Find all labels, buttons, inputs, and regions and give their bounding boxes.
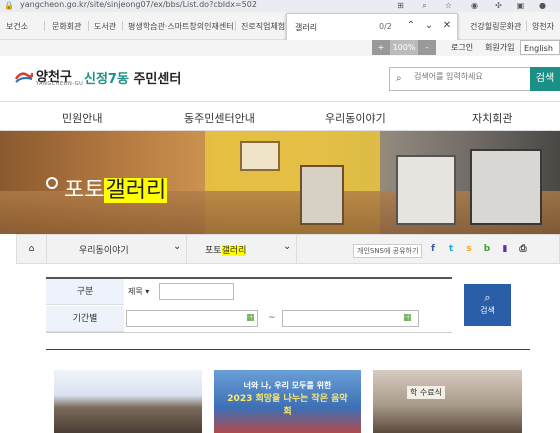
gallery-thumb-1[interactable] <box>54 370 202 433</box>
translate-icon[interactable]: ⊞ <box>396 1 405 10</box>
language-select[interactable]: English <box>520 40 560 55</box>
find-query[interactable]: 갤러리 <box>295 22 317 33</box>
browser-address-bar: yangcheon.go.kr/site/sinjeong07/ex/bbs/L… <box>0 0 560 12</box>
site-title-accent: 신정7동 <box>84 72 129 87</box>
chevron-down-icon: ⌄ <box>173 241 182 252</box>
thumb2-caption: 너와 나, 우리 모두를 위한 2023 희망을 나누는 작은 음악회 <box>224 380 351 417</box>
family-site-nav: 보건소 문화회관 도서관 평생학습관·스마트창의인재센터 진로직업체험지 건강힐… <box>0 12 560 40</box>
board-search-button[interactable]: ⌕ 검색 <box>464 284 511 326</box>
find-prev-icon[interactable]: ⌃ <box>405 20 417 32</box>
search-icon: ⌕ <box>484 291 491 304</box>
location-bar: ⌂ 우리동이야기 ⌄ 포토갤러리 ⌄ 개인SNS에 공유하기 f t s b ▮… <box>16 234 560 264</box>
yangcheon-logo-icon <box>15 72 33 83</box>
depth1-label: 우리동이야기 <box>79 246 129 256</box>
end-date-input[interactable]: ▦ <box>282 310 419 327</box>
topnav-item[interactable]: 문화회관 <box>52 21 81 32</box>
depth2-pre: 포토 <box>205 246 222 256</box>
calendar-icon[interactable]: ▦ <box>403 313 413 323</box>
board-search-form: 구분 제목 ▾ 기간별 ▦ ~ ▦ <box>46 277 452 333</box>
topnav-item[interactable]: 진로직업체험지 <box>241 21 293 32</box>
blog-icon[interactable]: b <box>481 243 493 255</box>
topnav-item[interactable]: 도서관 <box>94 21 116 32</box>
profile-icon[interactable]: ● <box>538 1 547 10</box>
thumb2-caption-year: 2023 희망을 나누는 작은 음악회 <box>227 394 348 417</box>
banner-title-pre: 포토 <box>64 178 105 203</box>
find-in-page-bar: 갤러리 0/2 ⌃ ⌄ ✕ <box>286 13 458 41</box>
site-search-input[interactable] <box>414 72 526 81</box>
depth2-highlight: 갤러리 <box>221 246 247 256</box>
topnav-item[interactable]: 양천자 <box>532 21 554 32</box>
home-icon[interactable]: ⌂ <box>17 235 47 263</box>
menu-item-autonomy[interactable]: 자치회관 <box>472 110 512 126</box>
zoom-out-button[interactable]: - <box>418 40 436 55</box>
utility-row <box>0 40 560 56</box>
date-range-tilde: ~ <box>268 313 276 323</box>
circle-icon <box>46 177 58 189</box>
bookmark-share-icon[interactable]: ▮ <box>499 243 511 255</box>
divider <box>46 349 530 350</box>
join-link[interactable]: 회원가입 <box>485 40 514 55</box>
zoom-in-button[interactable]: + <box>372 40 390 55</box>
gallery-thumb-3[interactable]: 학 수료식 <box>373 370 522 433</box>
lock-icon: 🔒 <box>4 1 14 10</box>
url-text[interactable]: yangcheon.go.kr/site/sinjeong07/ex/bbs/L… <box>20 0 257 9</box>
thumb3-caption: 학 수료식 <box>407 386 445 399</box>
find-close-icon[interactable]: ✕ <box>441 20 453 32</box>
topnav-item[interactable]: 건강힐링문화관 <box>470 21 522 32</box>
board-search-label: 검색 <box>480 306 495 315</box>
category-select-value: 제목 <box>128 287 143 296</box>
thumb2-caption-top: 너와 나, 우리 모두를 위한 <box>243 381 332 390</box>
period-label: 기간별 <box>46 306 124 332</box>
zoom-level: 100% <box>390 40 418 55</box>
topnav-item[interactable]: 평생학습관·스마트창의인재센터 <box>128 21 234 32</box>
twitter-icon[interactable]: t <box>445 243 457 255</box>
split-icon[interactable]: ▣ <box>516 1 525 10</box>
location-depth2[interactable]: 포토갤러리 ⌄ <box>187 235 297 263</box>
extension-icon[interactable]: ◉ <box>470 1 479 10</box>
gallery-thumb-2[interactable]: 너와 나, 우리 모두를 위한 2023 희망을 나누는 작은 음악회 <box>214 370 361 433</box>
login-link[interactable]: 로그인 <box>451 40 473 55</box>
menu-item-story[interactable]: 우리동이야기 <box>325 110 386 126</box>
site-search-button[interactable]: 검색 <box>530 67 560 91</box>
menu-item-center[interactable]: 동주민센터안내 <box>184 110 255 126</box>
menu-item-civil[interactable]: 민원안내 <box>62 110 102 126</box>
keyword-input[interactable] <box>159 283 234 300</box>
find-count: 0/2 <box>379 22 392 31</box>
calendar-icon[interactable]: ▦ <box>246 313 256 323</box>
depth2-label: 포토갤러리 <box>205 243 247 256</box>
chevron-down-icon: ⌄ <box>283 241 292 252</box>
facebook-icon[interactable]: f <box>427 243 439 255</box>
site-title[interactable]: 신정7동 주민센터 <box>84 68 181 87</box>
start-date-input[interactable]: ▦ <box>126 310 258 327</box>
category-label: 구분 <box>46 279 124 305</box>
site-search-box: ⌕ <box>389 67 531 91</box>
bookmark-icon[interactable]: ☆ <box>444 1 453 10</box>
category-select[interactable]: 제목 ▾ <box>128 284 158 300</box>
main-menu: 민원안내 동주민센터안내 우리동이야기 자치회관 <box>0 101 560 131</box>
banner-title-highlight: 갤러리 <box>104 178 168 203</box>
kakaostory-icon[interactable]: s <box>463 243 475 255</box>
search-icon: ⌕ <box>396 73 402 84</box>
zoom-icon[interactable]: ⌕ <box>420 1 429 10</box>
site-title-rest: 주민센터 <box>133 72 182 87</box>
language-label: English <box>524 44 553 53</box>
find-next-icon[interactable]: ⌄ <box>423 20 435 32</box>
logo-subtitle: YANGCHEON-GU <box>36 81 84 87</box>
puzzle-icon[interactable]: ✣ <box>494 1 503 10</box>
sns-share-label: 개인SNS에 공유하기 <box>353 244 423 258</box>
banner-title: 포토갤러리 <box>46 172 168 204</box>
print-icon[interactable]: ⎙ <box>517 243 529 255</box>
location-depth1[interactable]: 우리동이야기 ⌄ <box>47 235 187 263</box>
topnav-item[interactable]: 보건소 <box>6 21 28 32</box>
